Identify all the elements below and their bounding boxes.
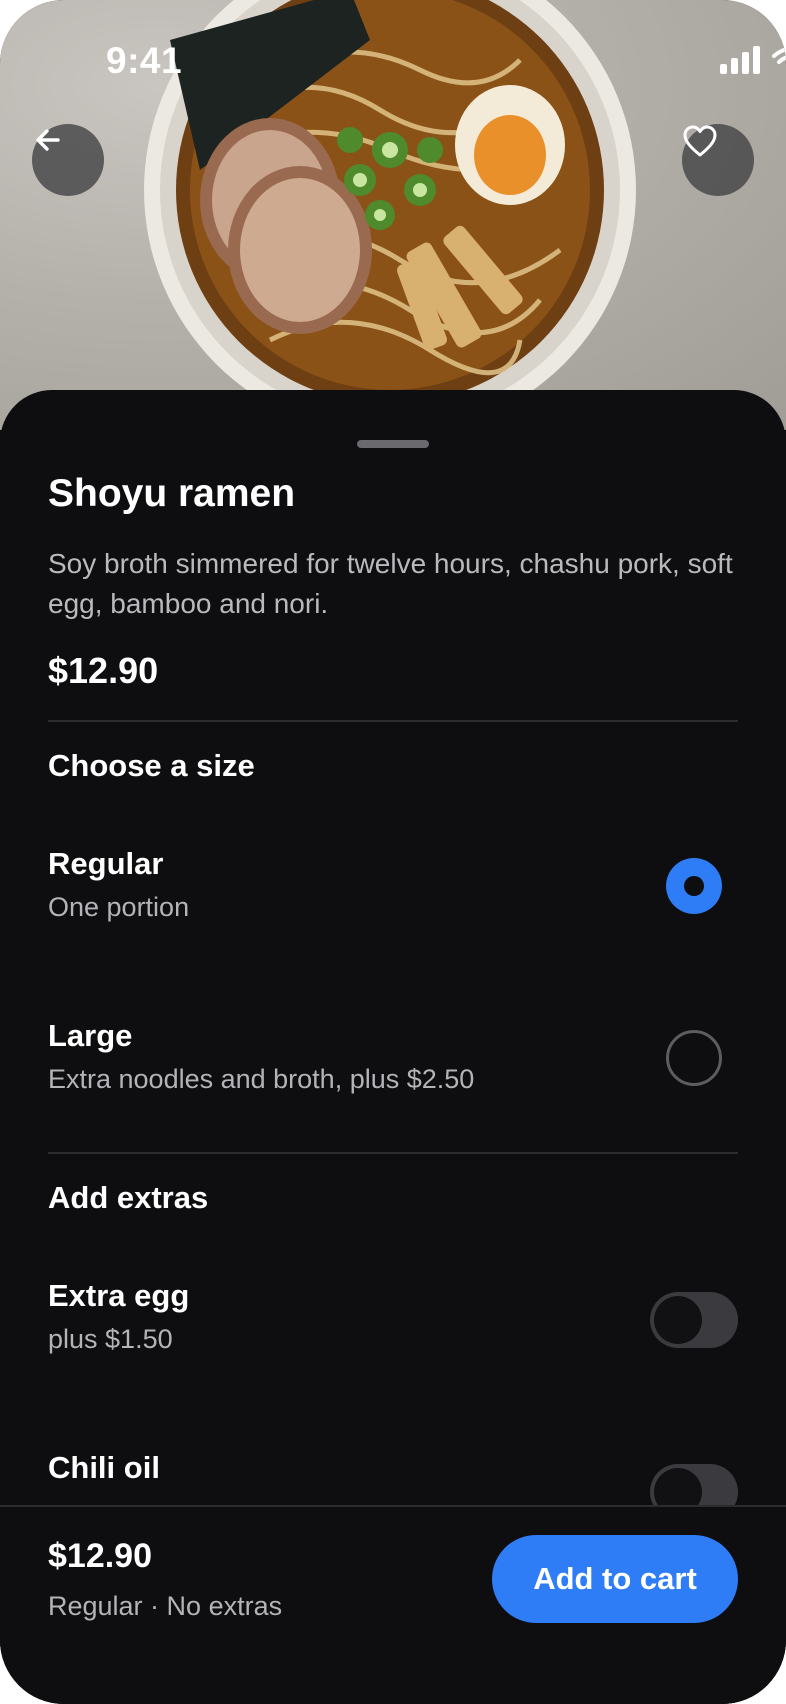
product-detail-screen: 9:41 Shoyu ramen Soy broth simmered for … xyxy=(0,0,786,1704)
toggle-extra-egg[interactable] xyxy=(650,1292,738,1348)
option-detail: One portion xyxy=(48,892,190,922)
radio-large[interactable] xyxy=(666,1030,722,1086)
wifi-icon xyxy=(772,47,786,64)
option-name: Regular xyxy=(48,846,164,881)
favorite-button[interactable] xyxy=(682,124,754,196)
item-title: Shoyu ramen xyxy=(48,472,296,515)
hero-image: 9:41 xyxy=(0,0,786,430)
status-time: 9:41 xyxy=(106,40,183,81)
bottom-action-bar: $12.90 Regular · No extras Add to cart xyxy=(0,1505,786,1704)
option-name: Chili oil xyxy=(48,1450,160,1485)
extras-section-title: Add extras xyxy=(48,1180,209,1215)
add-to-cart-button[interactable]: Add to cart xyxy=(492,1535,738,1623)
total-price: $12.90 xyxy=(48,1537,152,1575)
signal-icon xyxy=(720,46,760,74)
option-detail: Extra noodles and broth, plus $2.50 xyxy=(48,1064,475,1094)
size-section-title: Choose a size xyxy=(48,748,255,783)
sheet-grabber[interactable] xyxy=(357,440,429,448)
heart-icon xyxy=(683,125,717,157)
selection-summary: Regular · No extras xyxy=(48,1591,283,1621)
option-name: Large xyxy=(48,1018,133,1053)
option-name: Extra egg xyxy=(48,1278,190,1313)
item-description: Soy broth simmered for twelve hours, cha… xyxy=(48,548,733,619)
back-button[interactable] xyxy=(32,124,104,196)
radio-regular[interactable] xyxy=(666,858,722,914)
divider xyxy=(48,720,738,722)
arrow-left-icon xyxy=(36,129,60,151)
item-price: $12.90 xyxy=(48,650,159,691)
option-detail: plus $1.50 xyxy=(48,1324,173,1354)
divider xyxy=(48,1152,738,1154)
